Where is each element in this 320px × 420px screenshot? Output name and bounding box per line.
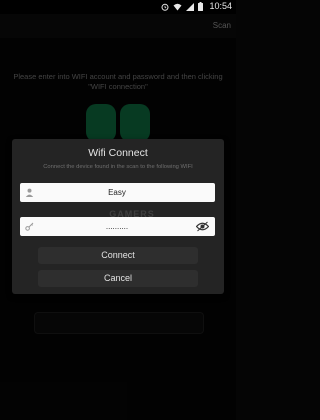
user-icon [25,188,34,197]
dialog-title: Wifi Connect [88,147,148,159]
ssid-input[interactable] [38,183,196,202]
clock: 10:54 [209,1,232,11]
password-field[interactable] [20,217,215,236]
alarm-icon [161,3,169,11]
signal-icon [186,2,194,11]
password-input[interactable] [38,217,196,236]
key-icon [25,222,34,231]
cancel-button[interactable]: Cancel [38,270,198,287]
status-icons [161,2,203,11]
ssid-field[interactable] [20,183,215,202]
battery-icon [198,2,203,11]
dialog-subtitle: Connect the device found in the scan to … [43,164,193,170]
status-bar: 10:54 [0,0,236,14]
connect-button[interactable]: Connect [38,247,198,264]
wifi-icon [173,3,182,10]
wifi-connect-dialog: Wifi Connect Connect the device found in… [12,139,224,294]
eye-icon[interactable] [196,221,209,232]
